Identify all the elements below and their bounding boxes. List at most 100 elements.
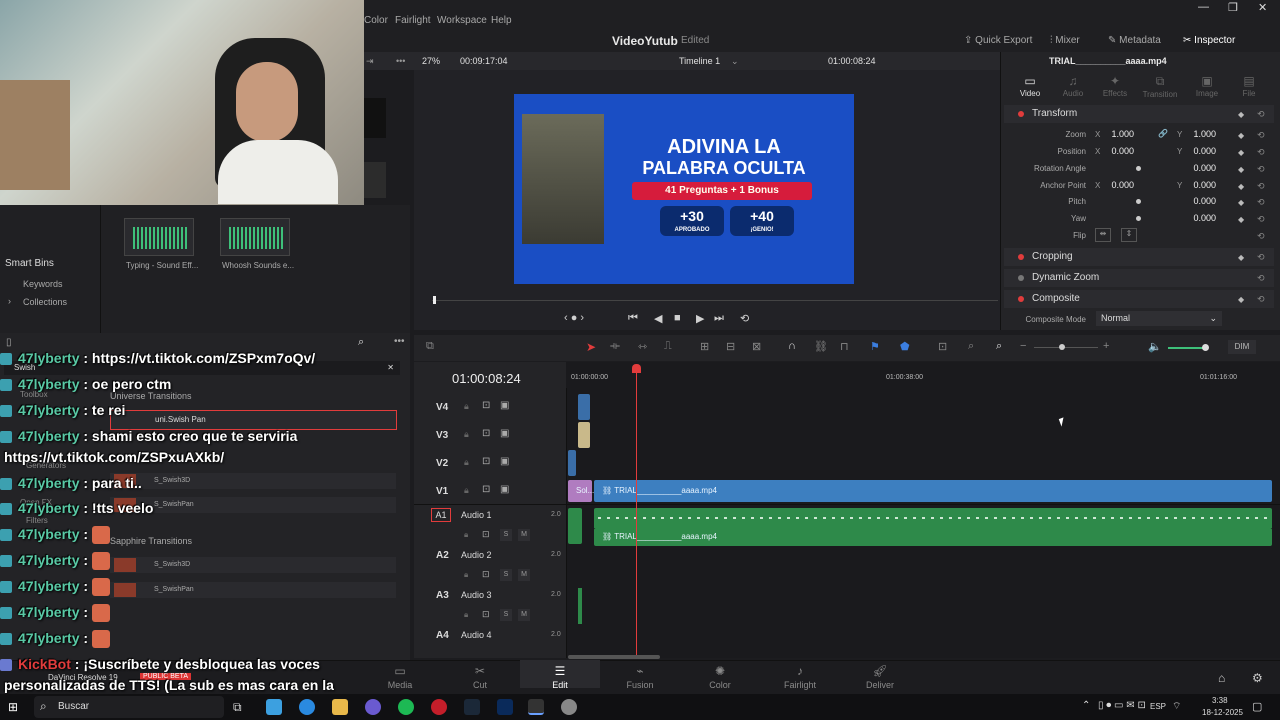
audio-waveform[interactable] xyxy=(594,508,1272,528)
browser-icon[interactable] xyxy=(299,699,315,715)
page-fairlight[interactable]: ♪ Fairlight xyxy=(770,664,830,690)
menu-workspace[interactable]: Workspace xyxy=(437,15,487,26)
keyframe-icon[interactable]: ◆ xyxy=(1238,253,1244,262)
reset-icon[interactable]: ⟲ xyxy=(1257,197,1265,208)
universe-transitions-header[interactable]: Universe Transitions xyxy=(110,391,192,401)
scrubber-track[interactable] xyxy=(432,300,998,301)
rotation-field[interactable]: 0.000 xyxy=(1176,163,1216,173)
reset-icon[interactable]: ⟲ xyxy=(1257,109,1265,120)
keyframe-icon[interactable]: ◆ xyxy=(1238,165,1244,174)
timeline-selector[interactable]: Timeline 1 xyxy=(679,56,720,66)
tab-video[interactable]: ▭ Video xyxy=(1010,74,1050,98)
solid-clip[interactable]: Sol... xyxy=(568,480,594,502)
zoom-x-field[interactable]: 1.000 xyxy=(1094,129,1134,139)
auto-select-icon[interactable]: ⊡ xyxy=(482,529,490,540)
media-clip-thumb[interactable] xyxy=(364,162,386,198)
menu-color[interactable]: Color xyxy=(364,15,388,26)
layout-icon[interactable]: ⧉ xyxy=(426,340,434,353)
section-dynamic-zoom[interactable]: Dynamic Zoom xyxy=(1004,269,1274,287)
anchor-x-field[interactable]: 0.000 xyxy=(1094,180,1134,190)
track-a3-name[interactable]: Audio 3 xyxy=(461,590,492,600)
enable-dot[interactable] xyxy=(1018,111,1024,117)
marker-icon[interactable]: ⬟ xyxy=(900,340,910,353)
play-reverse-icon[interactable]: ◀ xyxy=(654,312,662,325)
go-to-start-icon[interactable]: ⏮ xyxy=(628,312,638,325)
page-deliver[interactable]: 🚀︎ Deliver xyxy=(850,664,910,690)
mark-icon[interactable]: ‹ ● › xyxy=(564,312,584,324)
lock-icon[interactable]: 🔒︎ xyxy=(464,429,469,440)
start-icon[interactable]: ⊞ xyxy=(8,700,18,714)
viewer-zoom[interactable]: 27% xyxy=(422,56,440,66)
tab-transition[interactable]: ⧉ Transition xyxy=(1140,74,1180,99)
inspector-button[interactable]: ✂ Inspector xyxy=(1183,35,1235,46)
keyframe-icon[interactable]: ◆ xyxy=(1238,110,1244,119)
pitch-slider[interactable] xyxy=(1136,199,1141,204)
auto-select-icon[interactable]: ⊡ xyxy=(482,456,490,467)
toggle-track-icon[interactable]: ▣ xyxy=(500,428,509,439)
lock-icon[interactable]: 🔒︎ xyxy=(464,610,468,620)
position-x-field[interactable]: 0.000 xyxy=(1094,146,1134,156)
solo-button[interactable]: S xyxy=(500,609,512,621)
panel-toggle-icon[interactable]: ▯ xyxy=(6,337,12,348)
stop-icon[interactable]: ■ xyxy=(674,312,681,324)
settings-icon[interactable]: ⚙ xyxy=(1252,671,1263,685)
track-a2-name[interactable]: Audio 2 xyxy=(461,550,492,560)
collections-item[interactable]: Collections xyxy=(23,297,67,307)
clip-v3[interactable] xyxy=(578,422,590,448)
reset-icon[interactable]: ⟲ xyxy=(1257,273,1265,284)
track-a4[interactable]: A4 xyxy=(436,630,449,641)
effect-item[interactable]: S_SwishPan xyxy=(110,582,396,598)
composite-mode-select[interactable]: Normal ⌄ xyxy=(1096,311,1222,326)
audio-clip-short[interactable] xyxy=(568,508,582,544)
trim-tool-icon[interactable]: ⟛ xyxy=(610,340,620,353)
clock-date[interactable]: 18-12-2025 xyxy=(1202,708,1243,717)
file-explorer-icon[interactable] xyxy=(332,699,348,715)
page-media[interactable]: ▭ Media xyxy=(370,664,430,690)
steam-icon[interactable] xyxy=(464,699,480,715)
app-icon[interactable] xyxy=(561,699,577,715)
page-color[interactable]: ✺ Color xyxy=(690,664,750,690)
track-v4[interactable]: V4 xyxy=(436,402,448,413)
reset-icon[interactable]: ⟲ xyxy=(1257,294,1265,305)
flip-vertical-icon[interactable]: ⇕ xyxy=(1121,228,1137,242)
menu-fairlight[interactable]: Fairlight xyxy=(395,15,431,26)
mute-button[interactable]: M xyxy=(518,529,530,541)
reset-icon[interactable]: ⟲ xyxy=(1257,214,1265,225)
lock-icon[interactable]: 🔒︎ xyxy=(464,485,469,496)
page-edit[interactable]: ☰ Edit xyxy=(520,660,600,690)
discord-icon[interactable] xyxy=(365,699,381,715)
minimize-button[interactable]: — xyxy=(1198,1,1209,13)
loop-icon[interactable]: ⟲ xyxy=(740,312,749,325)
taskbar-search[interactable]: ⌕ Buscar xyxy=(34,696,224,718)
quick-export-button[interactable]: ⇪ Quick Export xyxy=(964,35,1032,46)
tab-effects[interactable]: ✦ Effects xyxy=(1095,74,1135,98)
more-icon[interactable]: ••• xyxy=(396,56,405,66)
menu-help[interactable]: Help xyxy=(491,15,512,26)
auto-select-icon[interactable]: ⊡ xyxy=(482,484,490,495)
lock-icon[interactable]: 🔒︎ xyxy=(464,457,469,468)
app-icon[interactable] xyxy=(497,699,513,715)
scrubber-handle[interactable] xyxy=(433,296,436,304)
play-icon[interactable]: ▶ xyxy=(696,312,704,325)
pitch-field[interactable]: 0.000 xyxy=(1176,196,1216,206)
search-icon[interactable]: ⌕ xyxy=(358,336,364,349)
zoom-y-field[interactable]: 1.000 xyxy=(1176,129,1216,139)
overwrite-clip-icon[interactable]: ⊟ xyxy=(726,340,735,353)
track-v3[interactable]: V3 xyxy=(436,430,448,441)
page-fusion[interactable]: ⌁ Fusion xyxy=(610,664,670,690)
restore-button[interactable]: ❐ xyxy=(1228,1,1238,14)
playhead[interactable] xyxy=(636,366,637,656)
reset-icon[interactable]: ⟲ xyxy=(1257,252,1265,263)
reset-icon[interactable]: ⟲ xyxy=(1257,147,1265,158)
flip-horizontal-icon[interactable]: ⇹ xyxy=(1095,228,1111,242)
clip-v2[interactable] xyxy=(568,450,576,476)
effect-item[interactable]: S_Swish3D xyxy=(110,557,396,573)
track-v1[interactable]: V1 xyxy=(436,486,448,497)
solo-button[interactable]: S xyxy=(500,569,512,581)
tab-file[interactable]: ▤ File xyxy=(1229,74,1269,98)
mute-button[interactable]: M xyxy=(518,569,530,581)
track-a1-patch[interactable]: A1 xyxy=(431,508,451,522)
dynamic-trim-icon[interactable]: ⇿ xyxy=(638,340,647,353)
link-icon[interactable]: ⛓ xyxy=(814,340,828,353)
zoom-in-icon[interactable]: + xyxy=(1103,340,1109,352)
